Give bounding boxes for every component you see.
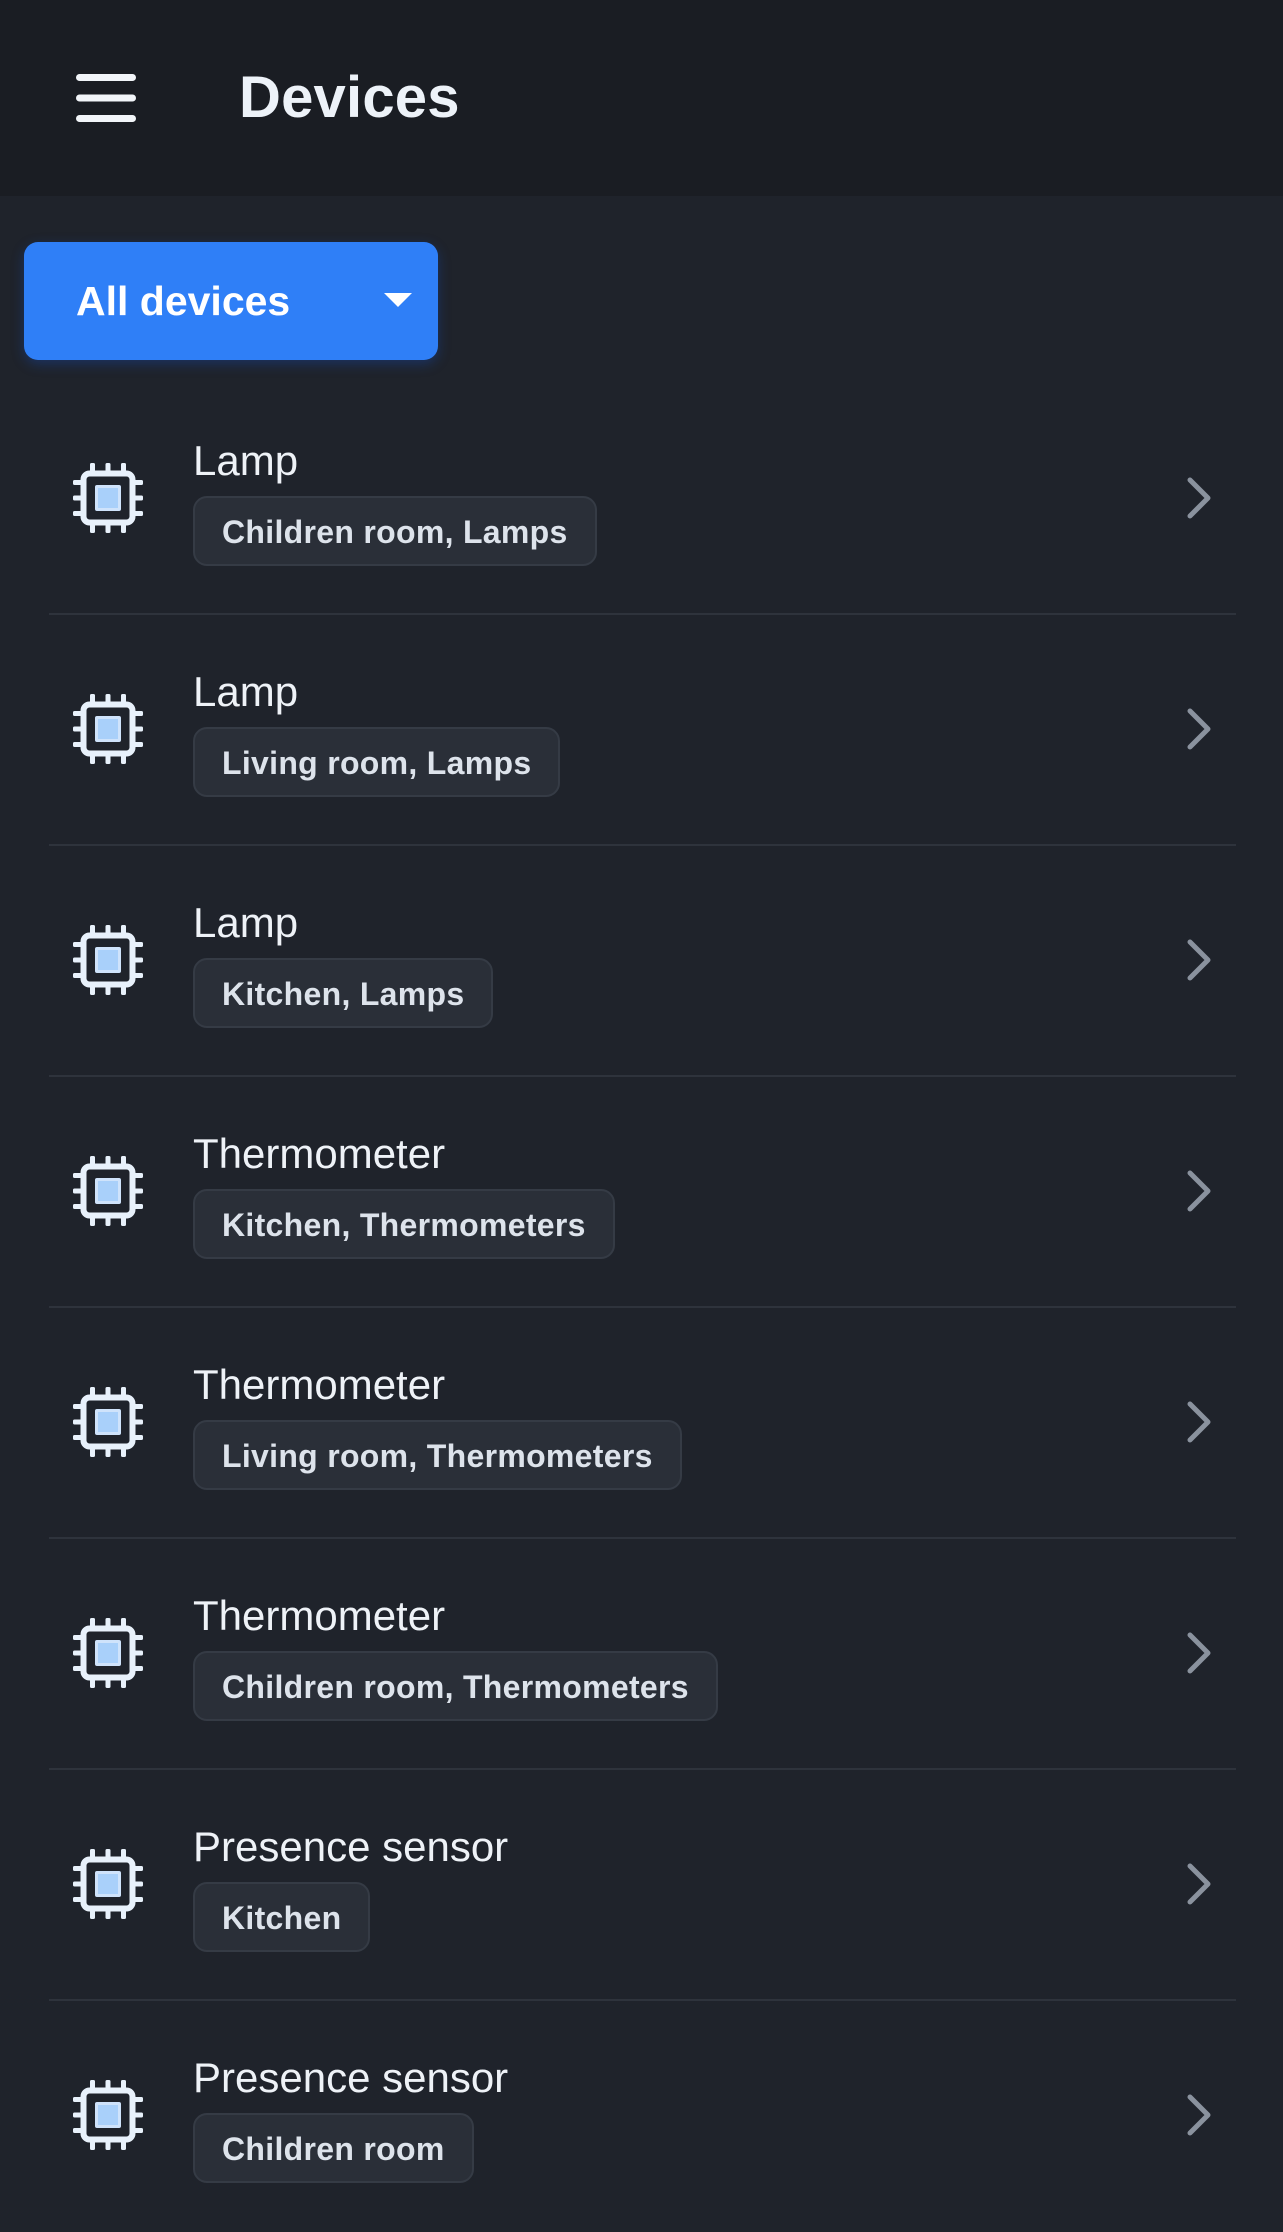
device-list-item[interactable]: Thermometer Kitchen, Thermometers xyxy=(0,1077,1283,1308)
chip-icon xyxy=(73,1849,143,1919)
device-name: Lamp xyxy=(193,668,299,715)
chevron-right-icon xyxy=(1187,939,1211,981)
device-name: Thermometer xyxy=(193,1130,446,1177)
chevron-right-icon xyxy=(1187,708,1211,750)
menu-button[interactable] xyxy=(62,58,150,138)
app-header: Devices xyxy=(0,0,1283,196)
device-filter-label: All devices xyxy=(76,277,291,324)
device-name: Presence sensor xyxy=(193,2054,509,2101)
device-list-item[interactable]: Lamp Living room, Lamps xyxy=(0,615,1283,846)
chip-icon xyxy=(73,694,143,764)
device-list-item[interactable]: Thermometer Children room, Thermometers xyxy=(0,1539,1283,1770)
chip-icon xyxy=(73,2080,143,2150)
device-list: Lamp Children room, Lamps Lamp Living ro… xyxy=(0,384,1283,2232)
device-name: Presence sensor xyxy=(193,1823,509,1870)
device-list-item[interactable]: Lamp Children room, Lamps xyxy=(0,384,1283,615)
device-list-item[interactable]: Lamp Kitchen, Lamps xyxy=(0,846,1283,1077)
device-location-badge: Kitchen xyxy=(193,1882,371,1952)
chevron-right-icon xyxy=(1187,1170,1211,1212)
chip-icon xyxy=(73,925,143,995)
device-name: Lamp xyxy=(193,437,299,484)
hamburger-menu-icon xyxy=(74,70,138,126)
chevron-right-icon xyxy=(1187,1863,1211,1905)
device-name: Lamp xyxy=(193,899,299,946)
device-location-badge: Living room, Thermometers xyxy=(193,1420,682,1490)
chip-icon xyxy=(73,1156,143,1226)
device-list-item[interactable]: Thermometer Living room, Thermometers xyxy=(0,1308,1283,1539)
chip-icon xyxy=(73,1387,143,1457)
page-title: Devices xyxy=(239,65,460,130)
caret-down-icon xyxy=(384,293,412,307)
device-location-badge: Kitchen, Lamps xyxy=(193,958,494,1028)
chevron-right-icon xyxy=(1187,1401,1211,1443)
device-location-badge: Children room xyxy=(193,2113,474,2183)
device-list-item[interactable]: Presence sensor Kitchen xyxy=(0,1770,1283,2001)
chevron-right-icon xyxy=(1187,1632,1211,1674)
device-name: Thermometer xyxy=(193,1361,446,1408)
device-location-badge: Kitchen, Thermometers xyxy=(193,1189,615,1259)
device-filter-dropdown[interactable]: All devices xyxy=(24,242,438,360)
chip-icon xyxy=(73,463,143,533)
chevron-right-icon xyxy=(1187,477,1211,519)
device-list-item[interactable]: Presence sensor Children room xyxy=(0,2001,1283,2232)
device-name: Thermometer xyxy=(193,1592,446,1639)
device-location-badge: Children room, Lamps xyxy=(193,496,597,566)
chevron-right-icon xyxy=(1187,2094,1211,2136)
chip-icon xyxy=(73,1618,143,1688)
device-location-badge: Living room, Lamps xyxy=(193,727,561,797)
device-location-badge: Children room, Thermometers xyxy=(193,1651,718,1721)
